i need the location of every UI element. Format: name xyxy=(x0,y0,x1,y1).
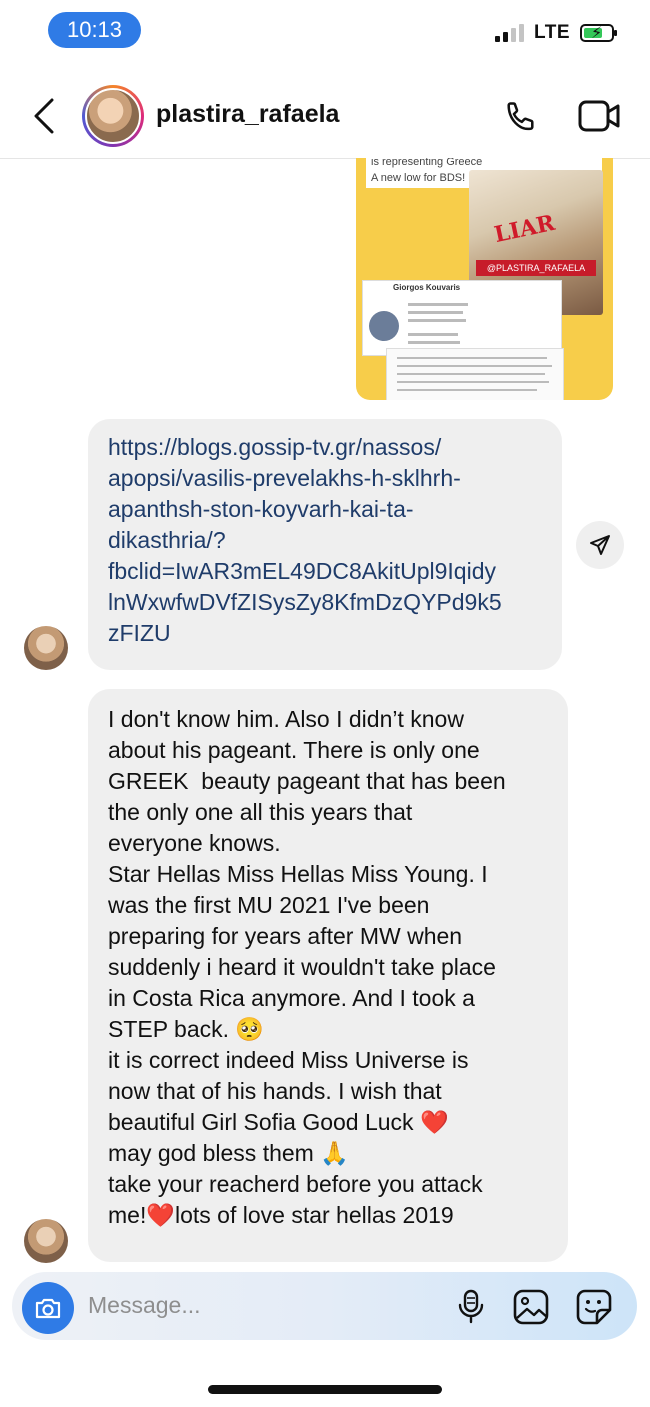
status-time: 10:13 xyxy=(48,12,141,48)
chat-username[interactable]: plastira_rafaela xyxy=(156,100,339,129)
gallery-icon[interactable] xyxy=(512,1288,550,1326)
signal-icon xyxy=(495,24,525,42)
sender-avatar[interactable] xyxy=(24,1219,68,1263)
sender-avatar[interactable] xyxy=(24,626,68,670)
link-message-text[interactable]: https://blogs.gossip-tv.gr/nassos/ apops… xyxy=(108,432,548,649)
shared-profile-card: Giorgos Kouvaris xyxy=(362,280,562,356)
link-message-bubble[interactable]: https://blogs.gossip-tv.gr/nassos/ apops… xyxy=(88,419,562,670)
camera-button[interactable] xyxy=(22,1282,74,1334)
microphone-icon[interactable] xyxy=(456,1289,486,1325)
back-arrow-icon[interactable] xyxy=(30,96,60,136)
text-message-bubble[interactable]: I don't know him. Also I didn’t know abo… xyxy=(88,689,568,1262)
shared-image-message[interactable]: is representing Greece A new low for BDS… xyxy=(356,158,613,400)
share-button[interactable] xyxy=(576,521,624,569)
battery-icon: ⚡ xyxy=(580,24,617,42)
phone-icon[interactable] xyxy=(503,98,541,136)
sticker-icon[interactable] xyxy=(574,1288,614,1326)
profile-avatar[interactable] xyxy=(82,85,144,147)
shared-card-name: Giorgos Kouvaris xyxy=(393,283,461,292)
shared-caption-line1: is representing Greece xyxy=(371,158,483,168)
home-indicator xyxy=(208,1385,442,1394)
video-icon[interactable] xyxy=(578,98,620,134)
camera-icon xyxy=(35,1298,61,1319)
chat-header: plastira_rafaela xyxy=(0,80,650,159)
shared-tag: @PLASTIRA_RAFAELA xyxy=(476,260,596,276)
shared-caption-line2: A new low for BDS! xyxy=(371,172,466,184)
network-label: LTE xyxy=(534,22,570,43)
share-icon xyxy=(590,535,610,555)
text-message-body: I don't know him. Also I didn’t know abo… xyxy=(108,706,506,1228)
message-input[interactable]: Message... xyxy=(88,1292,201,1319)
shared-comment-card xyxy=(386,348,564,400)
status-indicators: LTE ⚡ xyxy=(495,22,617,44)
